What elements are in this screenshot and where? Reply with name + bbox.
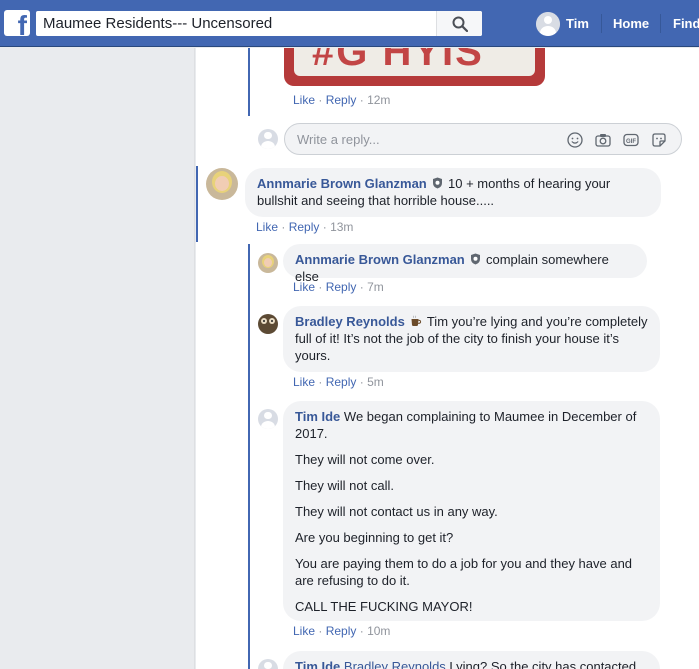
- mentioned-user-link[interactable]: Bradley Reynolds: [344, 659, 446, 669]
- profile-link[interactable]: Tim: [566, 16, 589, 31]
- nav-divider: [601, 14, 602, 33]
- svg-text:GIF: GIF: [626, 139, 636, 145]
- default-avatar-icon: [258, 129, 278, 149]
- left-sidebar: [0, 48, 195, 669]
- search-button[interactable]: [436, 11, 482, 36]
- reply-input[interactable]: Write a reply... GIF: [284, 123, 682, 155]
- commenter-name[interactable]: Annmarie Brown Glanzman: [295, 252, 465, 267]
- comment-text: We began complaining to Maumee in Decemb…: [295, 409, 637, 441]
- comment-bubble: Tim Ide We began complaining to Maumee i…: [283, 401, 660, 621]
- search-icon: [452, 16, 468, 32]
- comment-paragraph: They will not come over.: [295, 452, 435, 467]
- comment-timestamp[interactable]: 10m: [367, 624, 390, 638]
- profile-avatar[interactable]: [536, 12, 560, 36]
- default-avatar-icon[interactable]: [258, 409, 278, 429]
- facebook-logo-icon[interactable]: f: [4, 10, 30, 36]
- comment-actions: Like · Reply · 10m: [293, 624, 391, 638]
- comment-thread: #G HYIS Like · Reply · 12m Write a reply…: [196, 48, 699, 669]
- nav-divider: [660, 14, 661, 33]
- like-link[interactable]: Like: [293, 280, 315, 294]
- reply-link[interactable]: Reply: [326, 93, 357, 107]
- comment-paragraph: You are paying them to do a job for you …: [295, 556, 633, 588]
- reply-link[interactable]: Reply: [289, 220, 320, 234]
- comment-actions: Like · Reply · 5m: [293, 375, 384, 389]
- comment-bubble: Annmarie Brown Glanzman complain somewhe…: [283, 244, 647, 284]
- comment-paragraph: They will not call.: [295, 478, 394, 493]
- comment-paragraph: They will not contact us in any way.: [295, 504, 498, 519]
- default-avatar-icon[interactable]: [258, 659, 278, 669]
- commenter-avatar[interactable]: [258, 253, 278, 273]
- camera-icon[interactable]: [595, 132, 611, 148]
- comment-bubble: Annmarie Brown Glanzman 10 + months of h…: [245, 168, 661, 217]
- commenter-name[interactable]: Bradley Reynolds: [295, 314, 405, 329]
- comment-timestamp[interactable]: 13m: [330, 220, 353, 234]
- commenter-avatar[interactable]: [258, 314, 278, 334]
- admin-badge-icon: [433, 177, 443, 189]
- comment-timestamp[interactable]: 5m: [367, 375, 384, 389]
- comment-actions: Like · Reply · 7m: [293, 280, 384, 294]
- comment-photo[interactable]: #G HYIS: [284, 48, 545, 86]
- search-query: Maumee Residents--- Uncensored: [43, 15, 273, 32]
- comment-text: Lying? So the city has contacted: [449, 659, 637, 669]
- thread-indicator-line: [248, 244, 250, 669]
- commenter-name[interactable]: Tim Ide: [295, 659, 340, 669]
- default-avatar-icon: [536, 12, 560, 36]
- like-link[interactable]: Like: [256, 220, 278, 234]
- reply-link[interactable]: Reply: [326, 624, 357, 638]
- home-link[interactable]: Home: [613, 16, 649, 31]
- comment-timestamp[interactable]: 12m: [367, 93, 390, 107]
- commenter-name[interactable]: Annmarie Brown Glanzman: [257, 176, 427, 191]
- comment-actions: Like · Reply · 13m: [256, 220, 354, 234]
- search-input[interactable]: Maumee Residents--- Uncensored: [36, 11, 482, 36]
- like-link[interactable]: Like: [293, 93, 315, 107]
- comment-timestamp[interactable]: 7m: [367, 280, 384, 294]
- emoji-icon[interactable]: [567, 132, 583, 148]
- gif-icon[interactable]: GIF: [623, 132, 639, 148]
- comment-actions: Like · Reply · 12m: [293, 93, 391, 107]
- top-navigation-bar: f Maumee Residents--- Uncensored Tim Hom…: [0, 0, 699, 47]
- reply-link[interactable]: Reply: [326, 280, 357, 294]
- comment-bubble: Tim Ide Bradley Reynolds Lying? So the c…: [283, 651, 660, 669]
- thread-indicator-line: [196, 166, 198, 242]
- comment-paragraph: Are you beginning to get it?: [295, 530, 454, 545]
- find-friends-link[interactable]: Find: [673, 16, 699, 31]
- commenter-name[interactable]: Tim Ide: [295, 409, 340, 424]
- comment-paragraph: CALL THE FUCKING MAYOR!: [295, 599, 473, 614]
- reply-placeholder: Write a reply...: [297, 132, 380, 147]
- coffee-cup-icon: [411, 315, 422, 326]
- like-link[interactable]: Like: [293, 375, 315, 389]
- reply-link[interactable]: Reply: [326, 375, 357, 389]
- admin-badge-icon: [471, 253, 481, 265]
- sticker-icon[interactable]: [651, 132, 667, 148]
- commenter-avatar[interactable]: [206, 168, 238, 200]
- thread-indicator-line: [248, 48, 250, 116]
- like-link[interactable]: Like: [293, 624, 315, 638]
- comment-bubble: Bradley Reynolds Tim you’re lying and yo…: [283, 306, 660, 372]
